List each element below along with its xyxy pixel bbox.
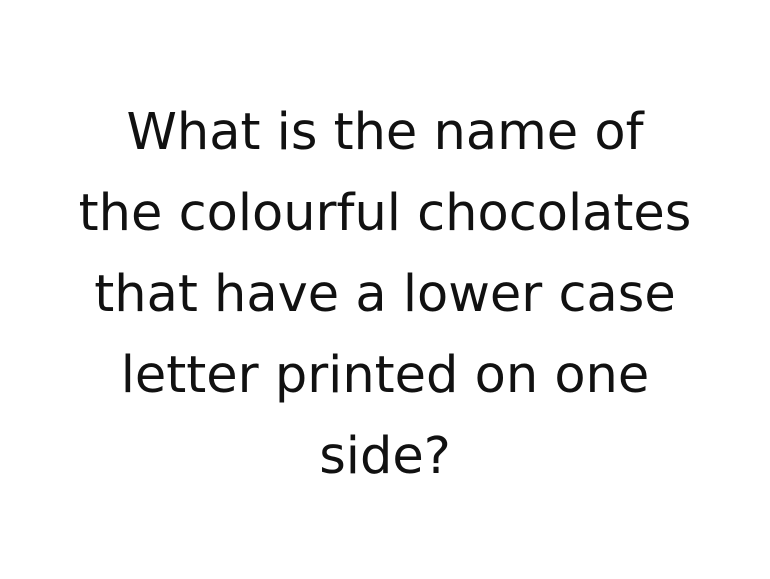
slide: What is the name of the colourful chocol…: [0, 0, 770, 579]
question-line: What is the name of: [126, 103, 644, 162]
question-line: the colourful chocolates: [78, 184, 692, 243]
question-line: letter printed on one: [120, 346, 650, 405]
question-text: What is the name of the colourful chocol…: [20, 92, 750, 497]
question-line: that have a lower case: [94, 265, 676, 324]
question-line: side?: [319, 427, 451, 486]
